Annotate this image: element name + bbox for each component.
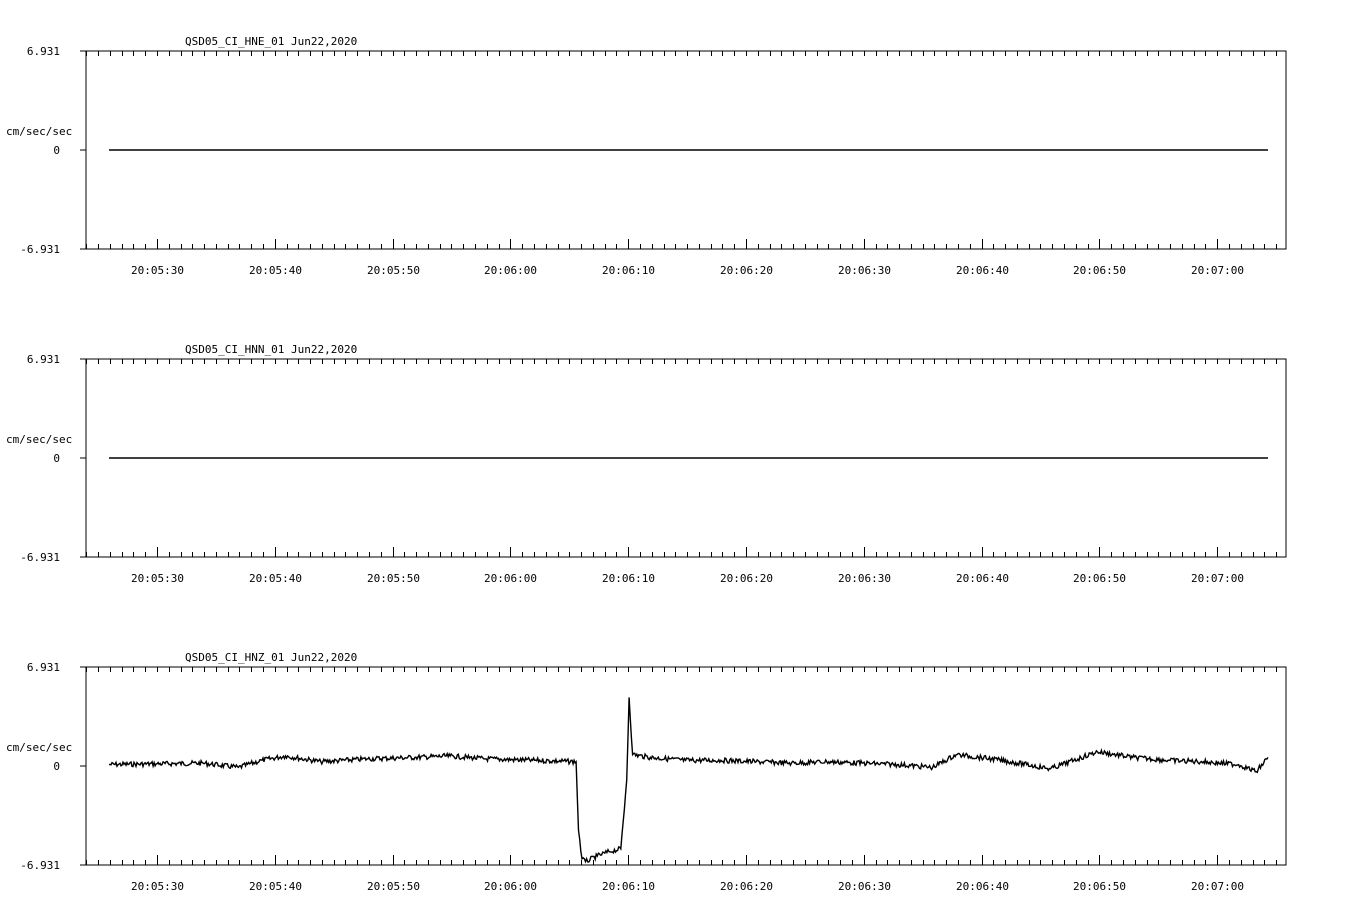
- x-tick-label: 20:06:40: [956, 572, 1009, 585]
- x-tick-label: 20:06:10: [602, 880, 655, 893]
- x-tick-label: 20:06:30: [838, 880, 891, 893]
- y-axis-label: cm/sec/sec: [6, 433, 72, 446]
- panel-title: QSD05_CI_HNE_01 Jun22,2020: [185, 35, 357, 48]
- x-tick-label: 20:05:50: [367, 264, 420, 277]
- panel-title: QSD05_CI_HNN_01 Jun22,2020: [185, 343, 357, 356]
- x-tick-label: 20:06:50: [1073, 264, 1126, 277]
- x-tick-label: 20:06:40: [956, 264, 1009, 277]
- y-tick-label: 6.931: [27, 45, 60, 58]
- x-tick-label: 20:07:00: [1191, 264, 1244, 277]
- seismogram-panel-2: QSD05_CI_HNN_01 Jun22,2020 cm/sec/sec 6.93…: [6, 343, 1287, 585]
- seismogram-panel-1: QSD05_CI_HNE_01 Jun22,2020 cm/sec/sec 6.93…: [6, 35, 1287, 277]
- y-axis-label: cm/sec/sec: [6, 125, 72, 138]
- x-tick-label: 20:07:00: [1191, 572, 1244, 585]
- x-tick-label: 20:05:40: [249, 880, 302, 893]
- y-tick-label: 6.931: [27, 661, 60, 674]
- x-tick-label: 20:05:30: [131, 572, 184, 585]
- x-tick-label: 20:07:00: [1191, 880, 1244, 893]
- x-tick-label: 20:06:30: [838, 572, 891, 585]
- x-tick-label: 20:06:00: [484, 264, 537, 277]
- x-tick-label: 20:05:30: [131, 880, 184, 893]
- y-tick-label: 0: [53, 144, 60, 157]
- x-tick-label: 20:06:20: [720, 880, 773, 893]
- y-tick-label: -6.931: [20, 243, 60, 256]
- x-tick-label: 20:06:20: [720, 572, 773, 585]
- x-tick-label: 20:06:10: [602, 264, 655, 277]
- trace-line: [108, 697, 1269, 864]
- x-tick-label: 20:06:20: [720, 264, 773, 277]
- panel-title: QSD05_CI_HNZ_01 Jun22,2020: [185, 651, 357, 664]
- x-tick-label: 20:06:50: [1073, 880, 1126, 893]
- x-tick-label: 20:05:50: [367, 572, 420, 585]
- y-tick-label: 0: [53, 760, 60, 773]
- x-tick-label: 20:05:50: [367, 880, 420, 893]
- y-tick-label: 0: [53, 452, 60, 465]
- y-tick-label: -6.931: [20, 551, 60, 564]
- seismogram-panel-3: QSD05_CI_HNZ_01 Jun22,2020 cm/sec/sec 6.93…: [6, 651, 1287, 893]
- x-tick-label: 20:06:30: [838, 264, 891, 277]
- x-tick-label: 20:06:00: [484, 572, 537, 585]
- plot-frame: [85, 666, 1287, 866]
- y-axis-label: cm/sec/sec: [6, 741, 72, 754]
- x-tick-label: 20:06:40: [956, 880, 1009, 893]
- y-tick-label: 6.931: [27, 353, 60, 366]
- x-tick-label: 20:06:50: [1073, 572, 1126, 585]
- x-tick-label: 20:05:40: [249, 572, 302, 585]
- x-tick-label: 20:06:10: [602, 572, 655, 585]
- x-tick-label: 20:05:40: [249, 264, 302, 277]
- y-tick-label: -6.931: [20, 859, 60, 872]
- x-tick-label: 20:06:00: [484, 880, 537, 893]
- seismogram-figure: QSD05_CI_HNE_01 Jun22,2020 cm/sec/sec 6.93…: [6, 35, 1287, 893]
- x-tick-label: 20:05:30: [131, 264, 184, 277]
